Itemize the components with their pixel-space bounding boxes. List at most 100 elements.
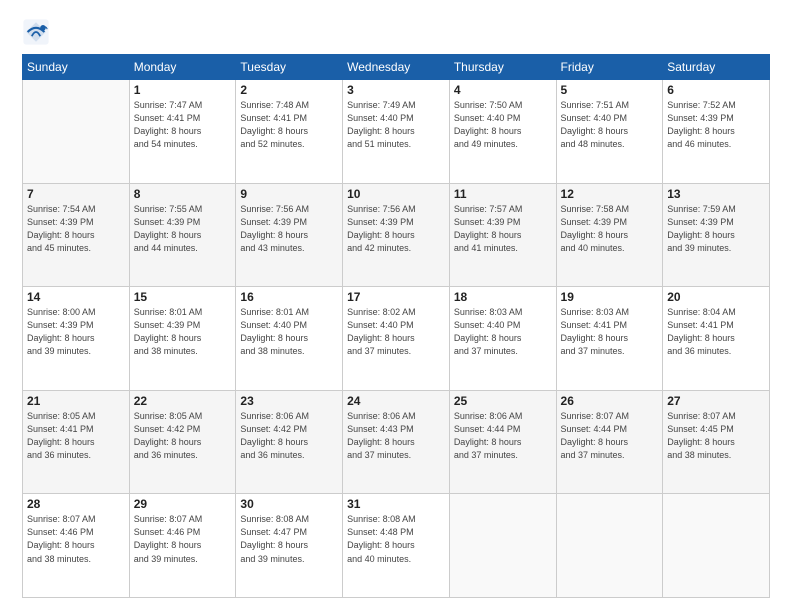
day-number: 15 xyxy=(134,290,232,304)
day-info: Sunrise: 8:06 AM Sunset: 4:43 PM Dayligh… xyxy=(347,410,445,462)
calendar-cell: 21 Sunrise: 8:05 AM Sunset: 4:41 PM Dayli… xyxy=(23,390,130,494)
day-number: 26 xyxy=(561,394,659,408)
day-info: Sunrise: 8:06 AM Sunset: 4:44 PM Dayligh… xyxy=(454,410,552,462)
day-info: Sunrise: 7:49 AM Sunset: 4:40 PM Dayligh… xyxy=(347,99,445,151)
calendar-cell: 19 Sunrise: 8:03 AM Sunset: 4:41 PM Dayli… xyxy=(556,287,663,391)
calendar-cell: 9 Sunrise: 7:56 AM Sunset: 4:39 PM Daylig… xyxy=(236,183,343,287)
day-number: 19 xyxy=(561,290,659,304)
day-number: 29 xyxy=(134,497,232,511)
calendar-week-row: 14 Sunrise: 8:00 AM Sunset: 4:39 PM Dayli… xyxy=(23,287,770,391)
day-number: 3 xyxy=(347,83,445,97)
day-info: Sunrise: 8:03 AM Sunset: 4:40 PM Dayligh… xyxy=(454,306,552,358)
logo xyxy=(22,18,53,46)
day-info: Sunrise: 8:02 AM Sunset: 4:40 PM Dayligh… xyxy=(347,306,445,358)
calendar-body: 1 Sunrise: 7:47 AM Sunset: 4:41 PM Daylig… xyxy=(23,80,770,598)
day-info: Sunrise: 7:56 AM Sunset: 4:39 PM Dayligh… xyxy=(240,203,338,255)
day-number: 8 xyxy=(134,187,232,201)
calendar-cell: 22Sunrise: 8:05 AM Sunset: 4:42 PM Dayli… xyxy=(129,390,236,494)
weekday-header-thursday: Thursday xyxy=(449,55,556,80)
day-info: Sunrise: 7:59 AM Sunset: 4:39 PM Dayligh… xyxy=(667,203,765,255)
day-number: 4 xyxy=(454,83,552,97)
calendar-cell: 30 Sunrise: 8:08 AM Sunset: 4:47 PM Dayli… xyxy=(236,494,343,598)
day-number: 28 xyxy=(27,497,125,511)
calendar-cell: 7Sunrise: 7:54 AM Sunset: 4:39 PM Daylig… xyxy=(23,183,130,287)
day-info: Sunrise: 8:07 AM Sunset: 4:46 PM Dayligh… xyxy=(134,513,232,565)
weekday-header-friday: Friday xyxy=(556,55,663,80)
calendar-week-row: 28 Sunrise: 8:07 AM Sunset: 4:46 PM Dayli… xyxy=(23,494,770,598)
day-info: Sunrise: 7:56 AM Sunset: 4:39 PM Dayligh… xyxy=(347,203,445,255)
day-number: 11 xyxy=(454,187,552,201)
day-info: Sunrise: 8:06 AM Sunset: 4:42 PM Dayligh… xyxy=(240,410,338,462)
day-number: 14 xyxy=(27,290,125,304)
calendar-cell: 20Sunrise: 8:04 AM Sunset: 4:41 PM Dayli… xyxy=(663,287,770,391)
day-number: 30 xyxy=(240,497,338,511)
weekday-header-sunday: Sunday xyxy=(23,55,130,80)
day-number: 18 xyxy=(454,290,552,304)
day-info: Sunrise: 8:08 AM Sunset: 4:47 PM Dayligh… xyxy=(240,513,338,565)
day-info: Sunrise: 8:05 AM Sunset: 4:42 PM Dayligh… xyxy=(134,410,232,462)
day-number: 23 xyxy=(240,394,338,408)
calendar-week-row: 21 Sunrise: 8:05 AM Sunset: 4:41 PM Dayli… xyxy=(23,390,770,494)
calendar-cell: 14 Sunrise: 8:00 AM Sunset: 4:39 PM Dayli… xyxy=(23,287,130,391)
day-info: Sunrise: 7:57 AM Sunset: 4:39 PM Dayligh… xyxy=(454,203,552,255)
header xyxy=(22,18,770,46)
day-number: 21 xyxy=(27,394,125,408)
calendar-table: SundayMondayTuesdayWednesdayThursdayFrid… xyxy=(22,54,770,598)
day-number: 25 xyxy=(454,394,552,408)
calendar-cell: 3 Sunrise: 7:49 AM Sunset: 4:40 PM Daylig… xyxy=(343,80,450,184)
calendar-week-row: 7Sunrise: 7:54 AM Sunset: 4:39 PM Daylig… xyxy=(23,183,770,287)
weekday-row: SundayMondayTuesdayWednesdayThursdayFrid… xyxy=(23,55,770,80)
day-info: Sunrise: 7:52 AM Sunset: 4:39 PM Dayligh… xyxy=(667,99,765,151)
day-number: 24 xyxy=(347,394,445,408)
calendar-header: SundayMondayTuesdayWednesdayThursdayFrid… xyxy=(23,55,770,80)
calendar-cell: 23 Sunrise: 8:06 AM Sunset: 4:42 PM Dayli… xyxy=(236,390,343,494)
weekday-header-wednesday: Wednesday xyxy=(343,55,450,80)
day-number: 10 xyxy=(347,187,445,201)
day-info: Sunrise: 8:01 AM Sunset: 4:39 PM Dayligh… xyxy=(134,306,232,358)
day-number: 17 xyxy=(347,290,445,304)
calendar-cell: 13 Sunrise: 7:59 AM Sunset: 4:39 PM Dayli… xyxy=(663,183,770,287)
day-info: Sunrise: 8:07 AM Sunset: 4:46 PM Dayligh… xyxy=(27,513,125,565)
day-number: 7 xyxy=(27,187,125,201)
day-info: Sunrise: 7:58 AM Sunset: 4:39 PM Dayligh… xyxy=(561,203,659,255)
calendar-week-row: 1 Sunrise: 7:47 AM Sunset: 4:41 PM Daylig… xyxy=(23,80,770,184)
page: SundayMondayTuesdayWednesdayThursdayFrid… xyxy=(0,0,792,612)
day-number: 12 xyxy=(561,187,659,201)
day-info: Sunrise: 7:55 AM Sunset: 4:39 PM Dayligh… xyxy=(134,203,232,255)
day-info: Sunrise: 8:07 AM Sunset: 4:44 PM Dayligh… xyxy=(561,410,659,462)
calendar-cell xyxy=(23,80,130,184)
calendar-cell: 16Sunrise: 8:01 AM Sunset: 4:40 PM Dayli… xyxy=(236,287,343,391)
calendar-cell: 11 Sunrise: 7:57 AM Sunset: 4:39 PM Dayli… xyxy=(449,183,556,287)
calendar-cell: 8 Sunrise: 7:55 AM Sunset: 4:39 PM Daylig… xyxy=(129,183,236,287)
calendar-cell: 18 Sunrise: 8:03 AM Sunset: 4:40 PM Dayli… xyxy=(449,287,556,391)
calendar-cell: 29 Sunrise: 8:07 AM Sunset: 4:46 PM Dayli… xyxy=(129,494,236,598)
day-number: 9 xyxy=(240,187,338,201)
day-number: 31 xyxy=(347,497,445,511)
calendar-cell: 24 Sunrise: 8:06 AM Sunset: 4:43 PM Dayli… xyxy=(343,390,450,494)
day-info: Sunrise: 7:47 AM Sunset: 4:41 PM Dayligh… xyxy=(134,99,232,151)
day-info: Sunrise: 7:50 AM Sunset: 4:40 PM Dayligh… xyxy=(454,99,552,151)
day-info: Sunrise: 8:03 AM Sunset: 4:41 PM Dayligh… xyxy=(561,306,659,358)
calendar-cell: 12 Sunrise: 7:58 AM Sunset: 4:39 PM Dayli… xyxy=(556,183,663,287)
day-number: 6 xyxy=(667,83,765,97)
day-info: Sunrise: 8:00 AM Sunset: 4:39 PM Dayligh… xyxy=(27,306,125,358)
calendar-cell xyxy=(556,494,663,598)
day-number: 1 xyxy=(134,83,232,97)
calendar-cell: 5Sunrise: 7:51 AM Sunset: 4:40 PM Daylig… xyxy=(556,80,663,184)
calendar-cell: 10 Sunrise: 7:56 AM Sunset: 4:39 PM Dayli… xyxy=(343,183,450,287)
calendar-cell: 2Sunrise: 7:48 AM Sunset: 4:41 PM Daylig… xyxy=(236,80,343,184)
calendar-cell: 1 Sunrise: 7:47 AM Sunset: 4:41 PM Daylig… xyxy=(129,80,236,184)
day-number: 13 xyxy=(667,187,765,201)
calendar-cell xyxy=(449,494,556,598)
day-number: 2 xyxy=(240,83,338,97)
calendar-cell: 25 Sunrise: 8:06 AM Sunset: 4:44 PM Dayli… xyxy=(449,390,556,494)
day-info: Sunrise: 8:07 AM Sunset: 4:45 PM Dayligh… xyxy=(667,410,765,462)
day-info: Sunrise: 8:08 AM Sunset: 4:48 PM Dayligh… xyxy=(347,513,445,565)
day-info: Sunrise: 8:05 AM Sunset: 4:41 PM Dayligh… xyxy=(27,410,125,462)
logo-icon xyxy=(22,18,50,46)
calendar-cell: 28 Sunrise: 8:07 AM Sunset: 4:46 PM Dayli… xyxy=(23,494,130,598)
day-number: 5 xyxy=(561,83,659,97)
weekday-header-saturday: Saturday xyxy=(663,55,770,80)
weekday-header-tuesday: Tuesday xyxy=(236,55,343,80)
calendar-cell: 26 Sunrise: 8:07 AM Sunset: 4:44 PM Dayli… xyxy=(556,390,663,494)
